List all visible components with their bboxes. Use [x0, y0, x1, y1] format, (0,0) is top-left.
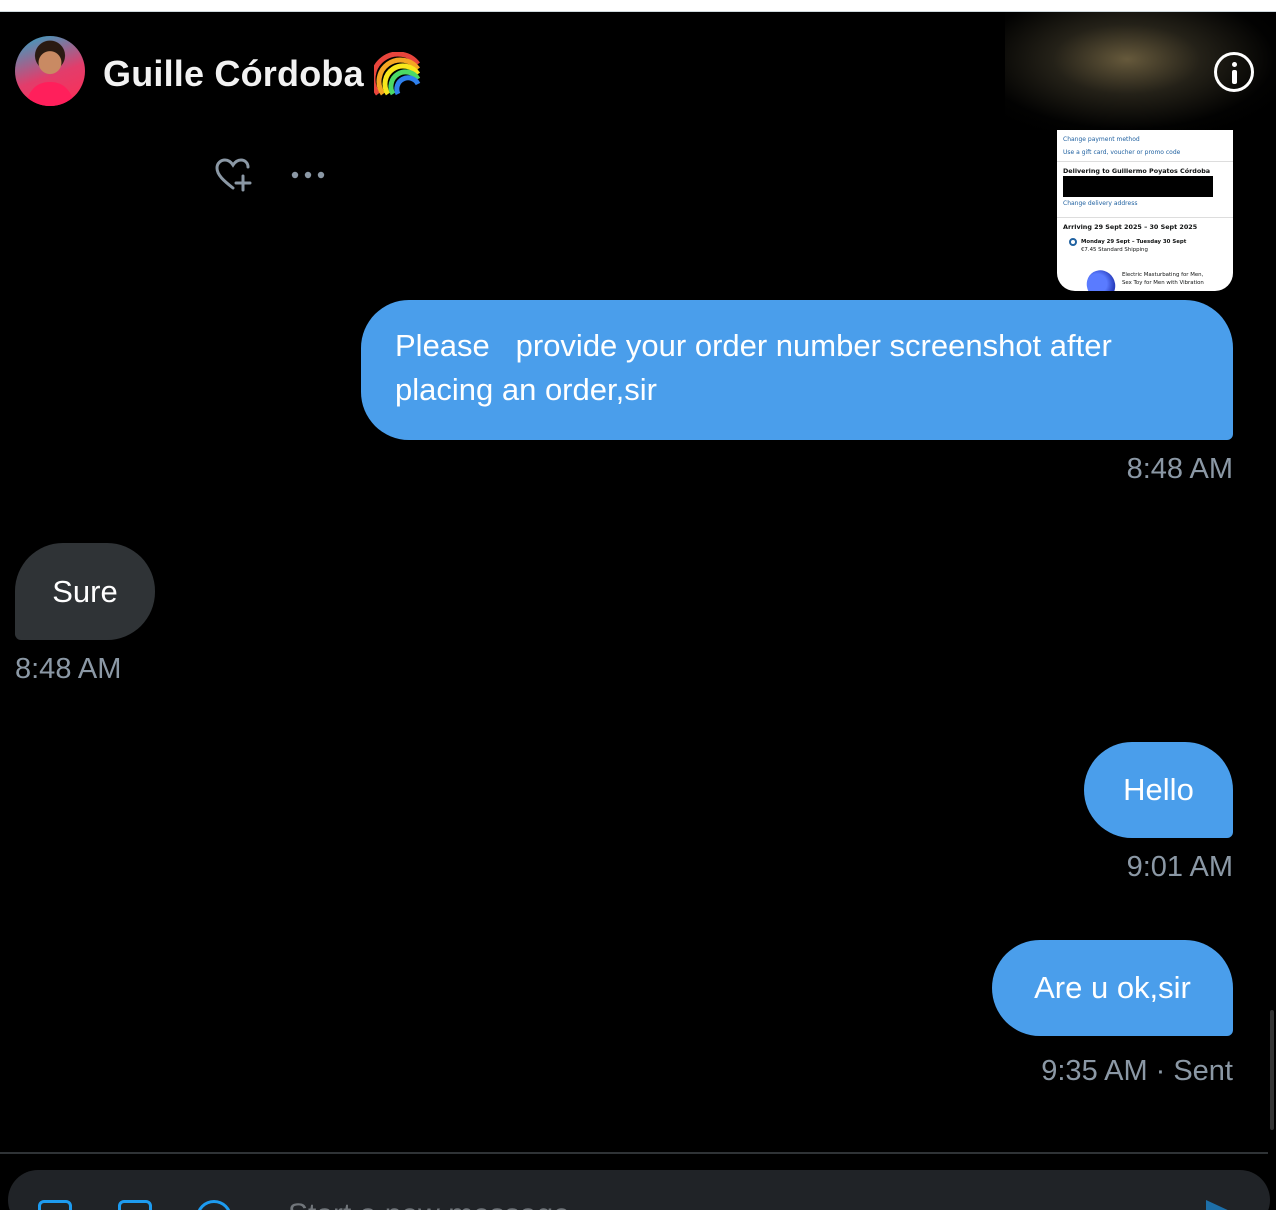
- status-separator: ·: [1155, 1055, 1166, 1087]
- rainbow-emoji-icon: [370, 51, 422, 96]
- message-list[interactable]: Change payment method Use a gift card, v…: [0, 130, 1276, 1152]
- message-status: 9:35 AM · Sent: [1041, 1055, 1233, 1088]
- radio-icon: [1069, 238, 1077, 246]
- attachment-text: Change payment method: [1063, 136, 1140, 143]
- image-icon[interactable]: [38, 1200, 72, 1210]
- sent-status: Sent: [1173, 1055, 1233, 1087]
- message-bubble-outgoing[interactable]: Hello: [1084, 742, 1233, 838]
- send-icon[interactable]: [1204, 1198, 1234, 1210]
- message-bubble-incoming[interactable]: Sure: [15, 543, 155, 640]
- attachment-divider: [1057, 161, 1233, 162]
- contact-name[interactable]: Guille Córdoba: [103, 53, 364, 95]
- attachment-text: Delivering to Guillermo Poyatos Córdoba: [1063, 167, 1211, 175]
- redacted-address: [1063, 176, 1213, 197]
- window-top-edge: [0, 0, 1276, 12]
- scrollbar-thumb[interactable]: [1270, 1010, 1274, 1130]
- scrollbar-track[interactable]: [1268, 130, 1276, 1152]
- product-image: [1081, 265, 1121, 291]
- composer-divider: [0, 1152, 1268, 1154]
- message-bubble-outgoing[interactable]: Are u ok,sir: [992, 940, 1233, 1036]
- attachment-text: €7.45 Standard Shipping: [1081, 247, 1148, 253]
- contact-name-row[interactable]: Guille Córdoba: [103, 51, 422, 96]
- message-actions: [214, 158, 326, 192]
- message-input[interactable]: Start a new message: [288, 1198, 570, 1210]
- image-attachment[interactable]: Change payment method Use a gift card, v…: [1057, 130, 1233, 291]
- attachment-text: Sex Toy for Men with Vibration: [1122, 280, 1204, 286]
- attachment-text: Use a gift card, voucher or promo code: [1063, 149, 1181, 156]
- message-bubble-outgoing[interactable]: Please provide your order number screens…: [361, 300, 1233, 440]
- avatar[interactable]: [15, 36, 85, 106]
- message-timestamp: 8:48 AM: [15, 653, 122, 685]
- gif-icon[interactable]: [118, 1200, 152, 1210]
- attachment-text: Electric Masturbating for Men,: [1122, 272, 1204, 278]
- message-composer[interactable]: Start a new message: [8, 1170, 1270, 1210]
- heart-plus-icon[interactable]: [214, 158, 252, 192]
- message-timestamp: 9:35 AM: [1041, 1055, 1148, 1087]
- attachment-divider: [1057, 217, 1233, 218]
- attachment-text: Arriving 29 Sept 2025 – 30 Sept 2025: [1063, 223, 1198, 231]
- conversation-header: Guille Córdoba: [0, 12, 1276, 130]
- info-icon[interactable]: [1214, 52, 1254, 92]
- emoji-icon[interactable]: [196, 1200, 232, 1210]
- more-horizontal-icon[interactable]: [290, 170, 326, 180]
- message-timestamp: 8:48 AM: [1126, 453, 1233, 485]
- attachment-text: Change delivery address: [1063, 200, 1138, 207]
- message-timestamp: 9:01 AM: [1126, 851, 1233, 883]
- attachment-text: Monday 29 Sept – Tuesday 30 Sept: [1081, 239, 1187, 245]
